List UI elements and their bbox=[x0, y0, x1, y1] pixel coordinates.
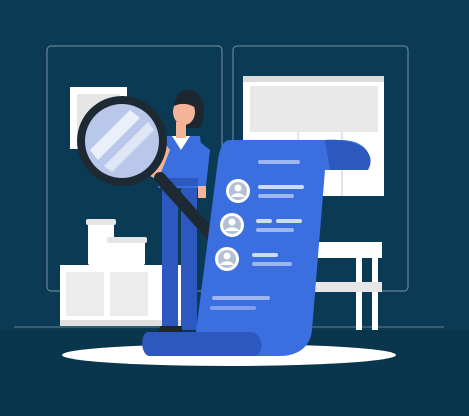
illustration-scene bbox=[0, 0, 469, 416]
illustration-canvas bbox=[0, 0, 469, 416]
